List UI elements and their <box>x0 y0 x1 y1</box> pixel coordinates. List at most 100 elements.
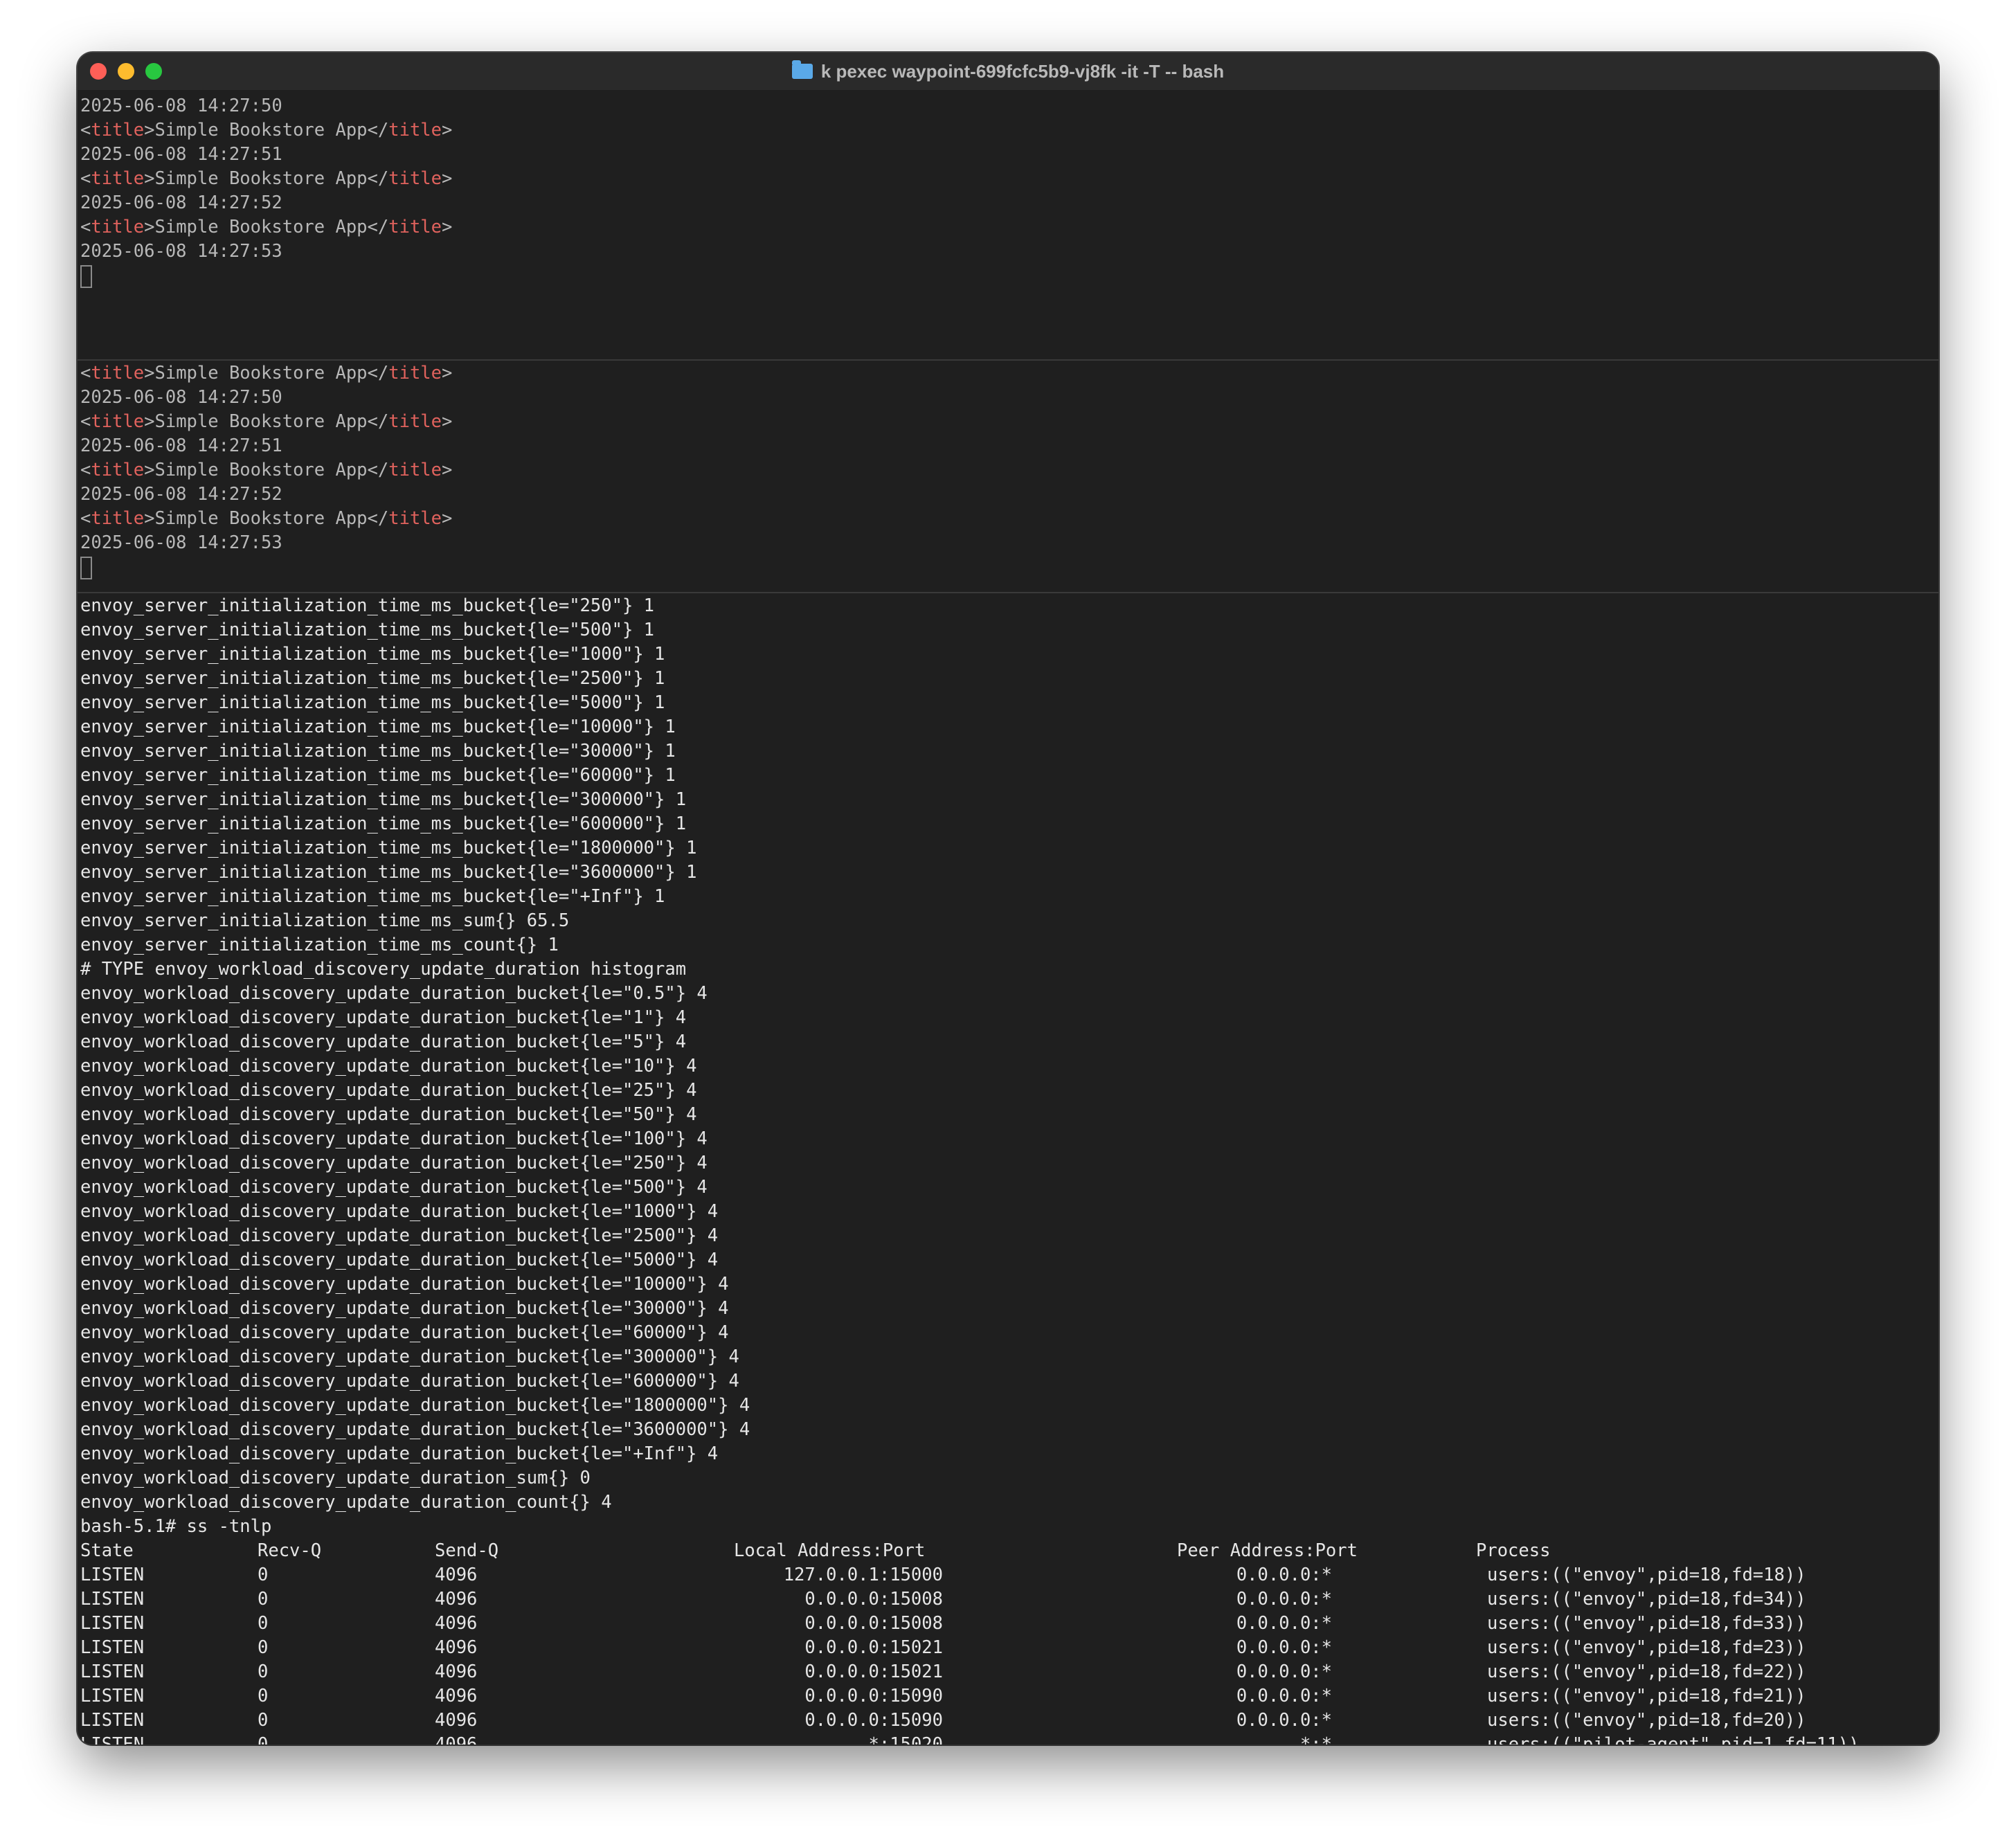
output-line: envoy_workload_discovery_update_duration… <box>80 1177 708 1198</box>
output-line: envoy_workload_discovery_update_duration… <box>80 1250 719 1270</box>
title-text: Simple Bookstore App <box>154 120 368 141</box>
socket-state: LISTEN <box>80 1686 145 1706</box>
socket-process: users:(("envoy",pid=18,fd=18)) <box>1487 1565 1806 1585</box>
col-peer-header: Peer Address:Port <box>1177 1540 1358 1561</box>
log-line: <title>Simple Bookstore App</title> <box>80 410 1938 434</box>
title-text: Simple Bookstore App <box>154 411 368 432</box>
socket-peer-address: 0.0.0.0:* <box>1236 1637 1332 1658</box>
socket-process: users:(("pilot-agent",pid=1,fd=11)) <box>1487 1734 1860 1745</box>
folder-icon <box>791 60 813 79</box>
socket-recv-q: 0 <box>258 1686 269 1706</box>
tag-bracket: </ <box>367 168 389 189</box>
output-line: envoy_server_initialization_time_ms_buck… <box>80 765 676 786</box>
tag-bracket: < <box>80 363 91 384</box>
socket-process: users:(("envoy",pid=18,fd=20)) <box>1487 1710 1806 1731</box>
socket-state: LISTEN <box>80 1661 145 1682</box>
tag-name: title <box>388 120 442 141</box>
socket-recv-q: 0 <box>258 1565 269 1585</box>
output-line: envoy_workload_discovery_update_duration… <box>80 1322 729 1343</box>
socket-state: LISTEN <box>80 1637 145 1658</box>
output-line: envoy_server_initialization_time_ms_sum{… <box>80 910 570 931</box>
socket-local-address: 0.0.0.0:15021 <box>804 1661 943 1682</box>
tag-bracket: < <box>80 460 91 480</box>
tag-name: title <box>91 411 145 432</box>
col-recv-header: Recv-Q <box>258 1540 322 1561</box>
socket-state: LISTEN <box>80 1589 145 1610</box>
tag-name: title <box>91 363 145 384</box>
title-text: Simple Bookstore App <box>154 508 368 529</box>
tag-bracket: > <box>144 120 155 141</box>
socket-local-address: *:15020 <box>868 1734 943 1745</box>
socket-peer-address: *:* <box>1299 1734 1332 1745</box>
tag-name: title <box>91 168 145 189</box>
col-state-header: State <box>80 1540 134 1561</box>
output-line: envoy_workload_discovery_update_duration… <box>80 1298 729 1319</box>
output-line: envoy_server_initialization_time_ms_buck… <box>80 668 665 689</box>
output-line: envoy_workload_discovery_update_duration… <box>80 1419 750 1440</box>
tag-name: title <box>91 217 145 237</box>
tag-bracket: > <box>442 168 453 189</box>
socket-local-address: 127.0.0.1:15000 <box>783 1565 943 1585</box>
socket-send-q: 4096 <box>435 1613 478 1634</box>
socket-row: LISTEN 0 4096 0.0.0.0:15021 0.0.0.0:* users:(… <box>80 1660 1938 1684</box>
socket-recv-q: 0 <box>258 1637 269 1658</box>
tag-bracket: > <box>442 363 453 384</box>
log-line: <title>Simple Bookstore App</title> <box>80 458 1938 483</box>
tag-bracket: < <box>80 411 91 432</box>
output-line: envoy_workload_discovery_update_duration… <box>80 1128 708 1149</box>
col-local-header: Local Address:Port <box>734 1540 926 1561</box>
socket-row: LISTEN 0 4096 127.0.0.1:15000 0.0.0.0:* users… <box>80 1563 1938 1587</box>
socket-row: LISTEN 0 4096 0.0.0.0:15090 0.0.0.0:* users:(… <box>80 1709 1938 1733</box>
title-text: Simple Bookstore App <box>154 460 368 480</box>
output-line: envoy_workload_discovery_update_duration… <box>80 1371 739 1391</box>
output-line: envoy_workload_discovery_update_duration… <box>80 1153 708 1173</box>
log-line: 2025-06-08 14:27:53 <box>80 241 282 262</box>
output-line: envoy_server_initialization_time_ms_coun… <box>80 935 559 955</box>
socket-state: LISTEN <box>80 1565 145 1585</box>
tag-bracket: < <box>80 508 91 529</box>
window-title: k pexec waypoint-699fcfc5b9-vj8fk -it -T… <box>78 53 1938 90</box>
window-title-text: k pexec waypoint-699fcfc5b9-vj8fk -it -T… <box>820 60 1225 82</box>
tag-bracket: > <box>442 460 453 480</box>
tag-bracket: < <box>80 120 91 141</box>
tag-bracket: > <box>144 363 155 384</box>
tag-bracket: > <box>144 508 155 529</box>
socket-peer-address: 0.0.0.0:* <box>1236 1589 1332 1610</box>
output-line: envoy_workload_discovery_update_duration… <box>80 1031 687 1052</box>
terminal-pane-middle[interactable]: <title>Simple Bookstore App</title> 2025-… <box>80 361 1938 590</box>
pane-divider[interactable] <box>78 359 1938 361</box>
log-line: <title>Simple Bookstore App</title> <box>80 507 1938 531</box>
pane-divider[interactable] <box>78 592 1938 593</box>
cursor-line <box>80 264 1938 288</box>
output-line: envoy_server_initialization_time_ms_buck… <box>80 717 676 737</box>
tag-bracket: > <box>144 411 155 432</box>
output-line: envoy_server_initialization_time_ms_buck… <box>80 789 687 810</box>
socket-row: LISTEN 0 4096 *:15020 *:* users:(("pilot-agen… <box>80 1733 1938 1745</box>
tag-name: title <box>388 217 442 237</box>
terminal-pane-top[interactable]: 2025-06-08 14:27:50 <title>Simple Booksto… <box>80 94 1938 357</box>
output-line: envoy_workload_discovery_update_duration… <box>80 1080 697 1101</box>
output-line: envoy_workload_discovery_update_duration… <box>80 1007 687 1028</box>
tag-bracket: < <box>80 217 91 237</box>
tag-bracket: > <box>442 411 453 432</box>
output-line: bash-5.1# ss -tnlp <box>80 1516 272 1537</box>
log-line: <title>Simple Bookstore App</title> <box>80 118 1938 143</box>
tag-name: title <box>388 411 442 432</box>
socket-recv-q: 0 <box>258 1710 269 1731</box>
tag-bracket: < <box>80 168 91 189</box>
title-bar: k pexec waypoint-699fcfc5b9-vj8fk -it -T… <box>78 53 1938 90</box>
output-line: envoy_server_initialization_time_ms_buck… <box>80 692 665 713</box>
output-line: envoy_workload_discovery_update_duration… <box>80 1104 697 1125</box>
socket-recv-q: 0 <box>258 1613 269 1634</box>
text-cursor <box>80 264 92 288</box>
tag-bracket: > <box>144 460 155 480</box>
output-line: envoy_workload_discovery_update_duration… <box>80 1468 591 1488</box>
log-line: 2025-06-08 14:27:50 <box>80 96 282 116</box>
tag-bracket: > <box>442 508 453 529</box>
socket-row: LISTEN 0 4096 0.0.0.0:15021 0.0.0.0:* users:(… <box>80 1636 1938 1660</box>
tag-name: title <box>388 363 442 384</box>
socket-state: LISTEN <box>80 1613 145 1634</box>
terminal-pane-bottom[interactable]: envoy_server_initialization_time_ms_buck… <box>80 594 1938 1745</box>
text-cursor <box>80 556 92 579</box>
socket-send-q: 4096 <box>435 1710 478 1731</box>
